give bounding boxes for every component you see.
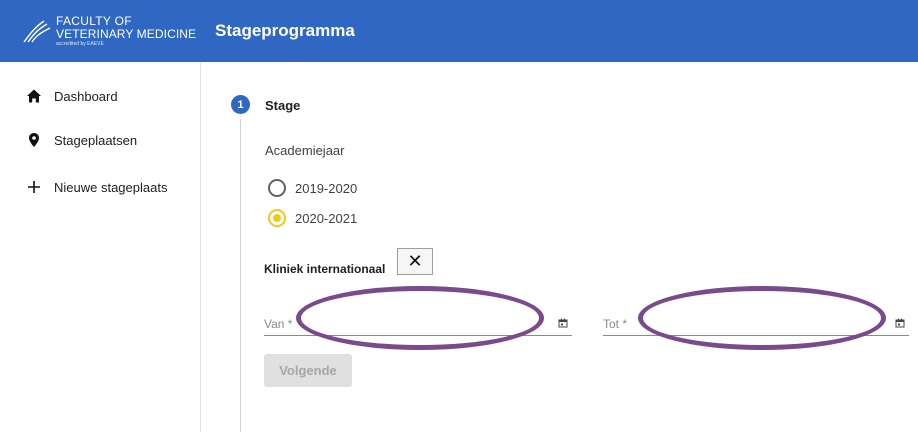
next-button[interactable]: Volgende xyxy=(264,354,352,387)
sidebar-item-stageplaatsen[interactable]: Stageplaatsen xyxy=(0,124,200,156)
tot-date-input[interactable] xyxy=(603,314,909,334)
sidebar-item-nieuwe-stageplaats[interactable]: Nieuwe stageplaats xyxy=(0,171,200,203)
calendar-icon[interactable] xyxy=(895,318,905,328)
sidebar: FACULTY OF VETERINARY MEDICINE accredite… xyxy=(0,0,201,432)
tot-date-field[interactable] xyxy=(603,312,909,336)
plus-icon xyxy=(26,179,42,195)
radio-circle[interactable] xyxy=(268,179,286,197)
radio-2019-2020[interactable]: 2019-2020 xyxy=(268,179,357,197)
map-pin-icon xyxy=(26,132,42,148)
close-button[interactable]: ✕ xyxy=(397,248,433,275)
logo-line-1: FACULTY OF xyxy=(56,14,132,28)
calendar-icon[interactable] xyxy=(558,318,568,328)
radio-label: 2019-2020 xyxy=(295,180,358,196)
horse-logo-icon xyxy=(23,20,51,43)
step-number-badge: 1 xyxy=(231,95,250,114)
kliniek-internationaal-label: Kliniek internationaal xyxy=(264,262,386,276)
radio-2020-2021[interactable]: 2020-2021 xyxy=(268,209,357,227)
logo-line-2: VETERINARY MEDICINE xyxy=(56,27,197,41)
sidebar-item-label: Stageplaatsen xyxy=(54,132,138,148)
radio-circle[interactable] xyxy=(268,209,286,227)
van-date-input[interactable] xyxy=(264,314,572,334)
van-date-field[interactable] xyxy=(264,312,572,336)
radio-label: 2020-2021 xyxy=(295,210,358,226)
stepper-line xyxy=(240,119,241,432)
step-label: Stage xyxy=(265,98,301,113)
sidebar-item-label: Nieuwe stageplaats xyxy=(54,179,168,195)
logo-line-3: accredited by EAEVE xyxy=(56,41,104,47)
sidebar-item-label: Dashboard xyxy=(54,88,118,104)
logo-text: FACULTY OF VETERINARY MEDICINE accredite… xyxy=(56,15,196,47)
page-title: Stageprogramma xyxy=(215,21,355,40)
home-icon xyxy=(26,88,42,104)
app-header: Stageprogramma xyxy=(201,0,918,62)
logo[interactable]: FACULTY OF VETERINARY MEDICINE accredite… xyxy=(0,0,201,62)
sidebar-item-dashboard[interactable]: Dashboard xyxy=(0,80,200,112)
academiejaar-label: Academiejaar xyxy=(265,143,345,158)
